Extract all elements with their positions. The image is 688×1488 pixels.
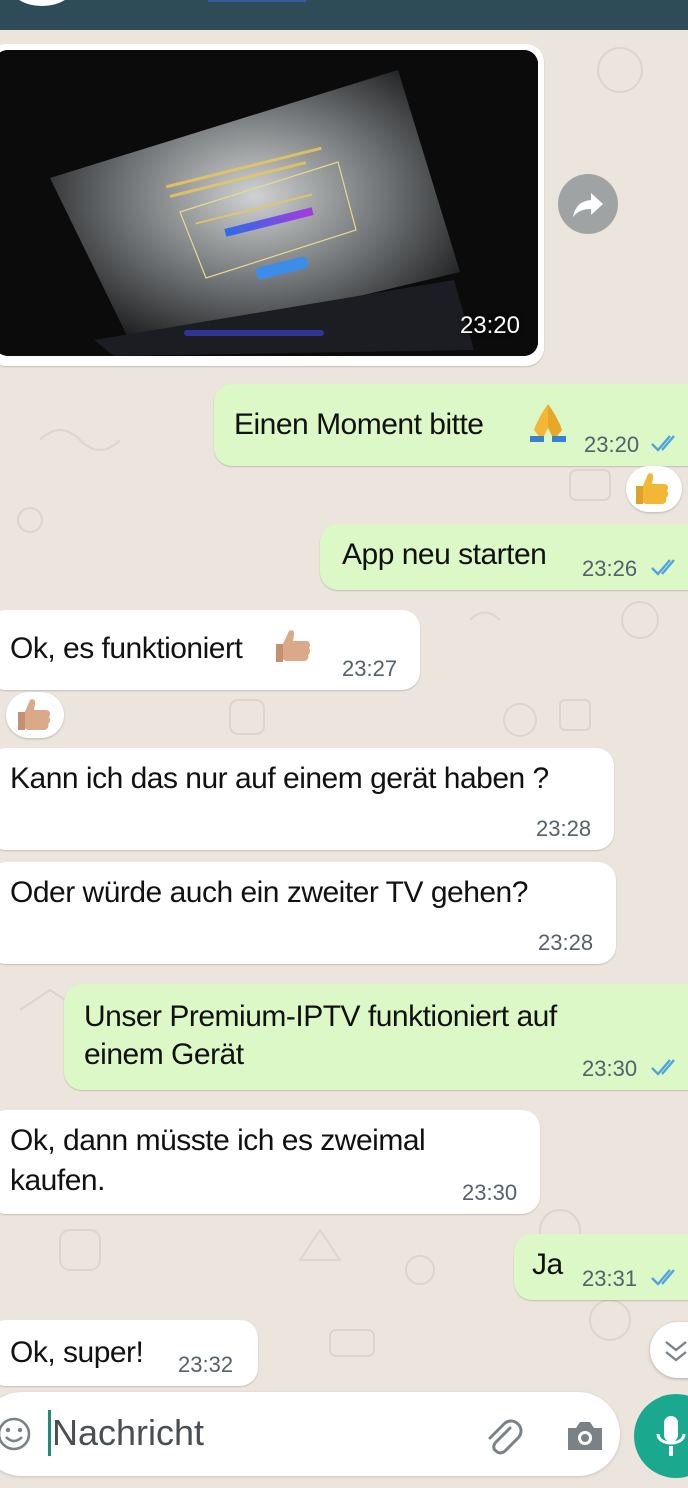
tv-photo-image bbox=[0, 50, 538, 356]
text-caret bbox=[48, 1410, 51, 1456]
message-time: 23:30 bbox=[582, 1056, 638, 1081]
attach-icon[interactable] bbox=[480, 1414, 524, 1458]
message-time: 23:30 bbox=[462, 1180, 518, 1205]
thumbs-up-icon bbox=[276, 630, 311, 662]
message-text: Kann ich das nur auf einem gerät haben ? bbox=[10, 762, 549, 795]
thumbs-up-reaction-icon bbox=[636, 473, 669, 504]
read-receipt-icon bbox=[651, 1059, 675, 1076]
mic-button[interactable] bbox=[634, 1394, 688, 1478]
header-accent bbox=[208, 0, 306, 2]
message-text: Ok, super! bbox=[10, 1336, 144, 1369]
message-text: Oder würde auch ein zweiter TV gehen? bbox=[10, 876, 528, 909]
read-receipt-icon bbox=[651, 435, 675, 452]
message-bubble-incoming[interactable]: Ok, dann müsste ich es zweimal kaufen. 2… bbox=[0, 1110, 540, 1214]
message-bubble-incoming[interactable]: Kann ich das nur auf einem gerät haben ?… bbox=[0, 748, 614, 850]
scroll-to-bottom-button[interactable] bbox=[650, 1322, 688, 1378]
message-text-line: einem Gerät bbox=[84, 1038, 244, 1071]
message-bubble-incoming[interactable]: Ok, es funktioniert 23:27 bbox=[0, 610, 420, 690]
message-bubble-incoming[interactable]: Oder würde auch ein zweiter TV gehen? 23… bbox=[0, 862, 616, 964]
chat-header bbox=[0, 0, 688, 30]
camera-icon[interactable] bbox=[564, 1416, 606, 1456]
read-receipt-icon bbox=[651, 1269, 675, 1286]
reaction-badge[interactable] bbox=[6, 692, 64, 738]
emoji-icon[interactable] bbox=[0, 1416, 32, 1452]
message-time: 23:20 bbox=[584, 432, 640, 457]
message-time: 23:20 bbox=[459, 312, 520, 339]
folded-hands-icon bbox=[530, 404, 566, 442]
message-bubble-outgoing[interactable]: Unser Premium-IPTV funktioniert auf eine… bbox=[64, 984, 688, 1090]
message-bubble-outgoing[interactable]: Ja 23:31 bbox=[514, 1234, 688, 1300]
message-time: 23:26 bbox=[582, 556, 638, 581]
message-time: 23:28 bbox=[536, 816, 592, 841]
image-message[interactable]: 23:20 bbox=[0, 44, 544, 366]
thumbs-up-reaction-icon bbox=[18, 699, 51, 730]
message-text: Ja bbox=[532, 1248, 563, 1281]
mic-icon bbox=[656, 1416, 686, 1456]
message-bubble-incoming[interactable]: Ok, super! 23:32 bbox=[0, 1320, 258, 1386]
message-time: 23:27 bbox=[342, 656, 398, 681]
message-time: 23:32 bbox=[178, 1352, 234, 1377]
message-text-line: kaufen. bbox=[10, 1164, 105, 1197]
reaction-badge[interactable] bbox=[626, 466, 682, 512]
message-time: 23:31 bbox=[582, 1266, 638, 1291]
message-time: 23:28 bbox=[538, 930, 594, 955]
message-text-line: Ok, dann müsste ich es zweimal bbox=[10, 1124, 426, 1157]
forward-button[interactable] bbox=[558, 174, 618, 234]
tv-screen-photo[interactable]: 23:20 bbox=[0, 50, 538, 356]
message-text: Einen Moment bitte bbox=[234, 408, 484, 441]
message-text-line: Unser Premium-IPTV funktioniert auf bbox=[84, 1000, 557, 1033]
message-input[interactable]: Nachricht bbox=[52, 1412, 204, 1454]
message-text: App neu starten bbox=[342, 538, 547, 571]
message-text: Ok, es funktioniert bbox=[10, 632, 243, 665]
read-receipt-icon bbox=[651, 559, 675, 576]
message-bubble-outgoing[interactable]: Einen Moment bitte 23:20 bbox=[214, 384, 688, 466]
scroll-down-icon bbox=[665, 1341, 687, 1362]
message-composer[interactable]: Nachricht bbox=[0, 1392, 620, 1476]
avatar[interactable] bbox=[10, 0, 74, 6]
forward-icon bbox=[573, 193, 603, 217]
message-bubble-outgoing[interactable]: App neu starten 23:26 bbox=[320, 524, 688, 590]
